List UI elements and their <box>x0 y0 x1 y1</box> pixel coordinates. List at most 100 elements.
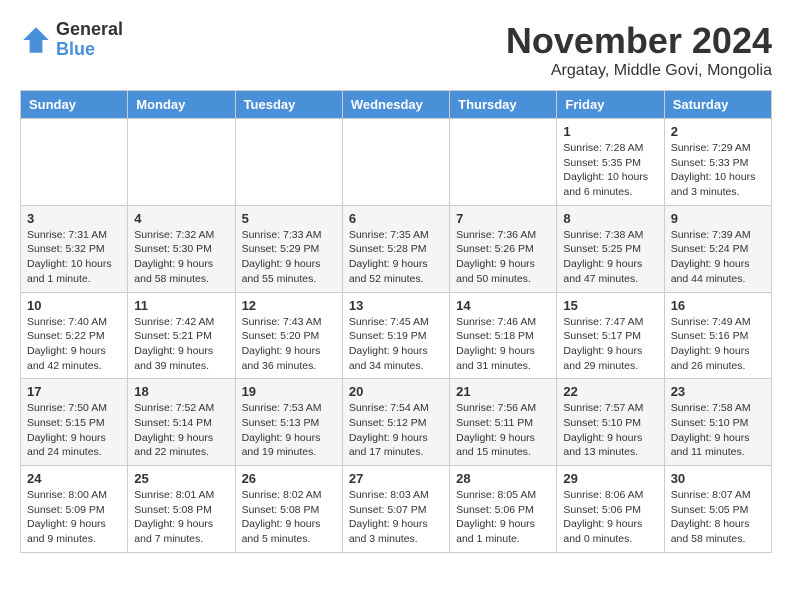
location-subtitle: Argatay, Middle Govi, Mongolia <box>506 62 772 80</box>
day-number: 15 <box>563 298 657 313</box>
calendar-cell: 18 Sunrise: 7:52 AM Sunset: 5:14 PM Dayli… <box>128 379 235 466</box>
day-info: Sunrise: 7:54 AM Sunset: 5:12 PM Dayligh… <box>349 401 443 460</box>
calendar-cell: 23Sunrise: 7:58 AM Sunset: 5:10 PM Dayli… <box>664 379 771 466</box>
day-number: 12 <box>242 298 336 313</box>
day-info: Sunrise: 7:35 AM Sunset: 5:28 PM Dayligh… <box>349 228 443 287</box>
calendar-cell: 12 Sunrise: 7:43 AM Sunset: 5:20 PM Dayli… <box>235 292 342 379</box>
calendar-cell: 27 Sunrise: 8:03 AM Sunset: 5:07 PM Dayli… <box>342 466 449 553</box>
day-number: 11 <box>134 298 228 313</box>
day-number: 24 <box>27 471 121 486</box>
day-number: 29 <box>563 471 657 486</box>
logo-text: General Blue <box>56 20 123 60</box>
day-number: 30 <box>671 471 765 486</box>
column-header-wednesday: Wednesday <box>342 91 449 119</box>
calendar-cell: 28Sunrise: 8:05 AM Sunset: 5:06 PM Dayli… <box>450 466 557 553</box>
calendar-week-2: 3 Sunrise: 7:31 AM Sunset: 5:32 PM Daylig… <box>21 205 772 292</box>
column-header-tuesday: Tuesday <box>235 91 342 119</box>
day-info: Sunrise: 8:02 AM Sunset: 5:08 PM Dayligh… <box>242 488 336 547</box>
day-info: Sunrise: 7:31 AM Sunset: 5:32 PM Dayligh… <box>27 228 121 287</box>
logo-general: General <box>56 20 123 40</box>
day-info: Sunrise: 8:01 AM Sunset: 5:08 PM Dayligh… <box>134 488 228 547</box>
calendar-cell <box>342 119 449 206</box>
day-info: Sunrise: 7:53 AM Sunset: 5:13 PM Dayligh… <box>242 401 336 460</box>
logo-blue: Blue <box>56 40 123 60</box>
day-info: Sunrise: 7:52 AM Sunset: 5:14 PM Dayligh… <box>134 401 228 460</box>
calendar-cell: 6Sunrise: 7:35 AM Sunset: 5:28 PM Daylig… <box>342 205 449 292</box>
calendar-cell: 25 Sunrise: 8:01 AM Sunset: 5:08 PM Dayli… <box>128 466 235 553</box>
calendar-cell: 10Sunrise: 7:40 AM Sunset: 5:22 PM Dayli… <box>21 292 128 379</box>
day-number: 18 <box>134 384 228 399</box>
logo-icon <box>20 24 52 56</box>
calendar-week-3: 10Sunrise: 7:40 AM Sunset: 5:22 PM Dayli… <box>21 292 772 379</box>
day-number: 19 <box>242 384 336 399</box>
calendar-cell: 19 Sunrise: 7:53 AM Sunset: 5:13 PM Dayli… <box>235 379 342 466</box>
calendar-week-5: 24 Sunrise: 8:00 AM Sunset: 5:09 PM Dayli… <box>21 466 772 553</box>
day-info: Sunrise: 7:33 AM Sunset: 5:29 PM Dayligh… <box>242 228 336 287</box>
column-header-friday: Friday <box>557 91 664 119</box>
day-info: Sunrise: 7:43 AM Sunset: 5:20 PM Dayligh… <box>242 315 336 374</box>
calendar-cell <box>21 119 128 206</box>
column-header-thursday: Thursday <box>450 91 557 119</box>
day-number: 23 <box>671 384 765 399</box>
day-number: 17 <box>27 384 121 399</box>
calendar-cell: 5 Sunrise: 7:33 AM Sunset: 5:29 PM Daylig… <box>235 205 342 292</box>
day-number: 2 <box>671 124 765 139</box>
day-info: Sunrise: 8:05 AM Sunset: 5:06 PM Dayligh… <box>456 488 550 547</box>
calendar-cell <box>235 119 342 206</box>
day-info: Sunrise: 8:06 AM Sunset: 5:06 PM Dayligh… <box>563 488 657 547</box>
calendar-cell <box>450 119 557 206</box>
calendar-cell: 11Sunrise: 7:42 AM Sunset: 5:21 PM Dayli… <box>128 292 235 379</box>
title-block: November 2024 Argatay, Middle Govi, Mong… <box>506 20 772 80</box>
day-info: Sunrise: 7:47 AM Sunset: 5:17 PM Dayligh… <box>563 315 657 374</box>
day-info: Sunrise: 7:56 AM Sunset: 5:11 PM Dayligh… <box>456 401 550 460</box>
calendar-cell: 15 Sunrise: 7:47 AM Sunset: 5:17 PM Dayli… <box>557 292 664 379</box>
day-info: Sunrise: 7:29 AM Sunset: 5:33 PM Dayligh… <box>671 141 765 200</box>
calendar-cell: 2 Sunrise: 7:29 AM Sunset: 5:33 PM Daylig… <box>664 119 771 206</box>
calendar-cell: 7 Sunrise: 7:36 AM Sunset: 5:26 PM Daylig… <box>450 205 557 292</box>
day-number: 16 <box>671 298 765 313</box>
day-number: 14 <box>456 298 550 313</box>
column-header-saturday: Saturday <box>664 91 771 119</box>
calendar-cell: 1Sunrise: 7:28 AM Sunset: 5:35 PM Daylig… <box>557 119 664 206</box>
day-info: Sunrise: 7:57 AM Sunset: 5:10 PM Dayligh… <box>563 401 657 460</box>
day-number: 25 <box>134 471 228 486</box>
calendar-cell: 29 Sunrise: 8:06 AM Sunset: 5:06 PM Dayli… <box>557 466 664 553</box>
month-title: November 2024 <box>506 20 772 62</box>
day-info: Sunrise: 7:39 AM Sunset: 5:24 PM Dayligh… <box>671 228 765 287</box>
column-header-sunday: Sunday <box>21 91 128 119</box>
day-number: 4 <box>134 211 228 226</box>
calendar-cell: 16Sunrise: 7:49 AM Sunset: 5:16 PM Dayli… <box>664 292 771 379</box>
page-header: General Blue November 2024 Argatay, Midd… <box>20 20 772 80</box>
day-info: Sunrise: 7:32 AM Sunset: 5:30 PM Dayligh… <box>134 228 228 287</box>
calendar-cell: 26 Sunrise: 8:02 AM Sunset: 5:08 PM Dayli… <box>235 466 342 553</box>
day-number: 20 <box>349 384 443 399</box>
day-number: 10 <box>27 298 121 313</box>
day-number: 26 <box>242 471 336 486</box>
day-info: Sunrise: 7:36 AM Sunset: 5:26 PM Dayligh… <box>456 228 550 287</box>
calendar-week-1: 1Sunrise: 7:28 AM Sunset: 5:35 PM Daylig… <box>21 119 772 206</box>
calendar-cell: 24 Sunrise: 8:00 AM Sunset: 5:09 PM Dayli… <box>21 466 128 553</box>
calendar-cell <box>128 119 235 206</box>
calendar-cell: 9Sunrise: 7:39 AM Sunset: 5:24 PM Daylig… <box>664 205 771 292</box>
day-info: Sunrise: 7:46 AM Sunset: 5:18 PM Dayligh… <box>456 315 550 374</box>
calendar-cell: 21 Sunrise: 7:56 AM Sunset: 5:11 PM Dayli… <box>450 379 557 466</box>
calendar-week-4: 17 Sunrise: 7:50 AM Sunset: 5:15 PM Dayli… <box>21 379 772 466</box>
day-number: 13 <box>349 298 443 313</box>
day-number: 7 <box>456 211 550 226</box>
calendar-cell: 20 Sunrise: 7:54 AM Sunset: 5:12 PM Dayli… <box>342 379 449 466</box>
day-number: 3 <box>27 211 121 226</box>
day-info: Sunrise: 8:07 AM Sunset: 5:05 PM Dayligh… <box>671 488 765 547</box>
logo: General Blue <box>20 20 123 60</box>
day-info: Sunrise: 7:45 AM Sunset: 5:19 PM Dayligh… <box>349 315 443 374</box>
day-info: Sunrise: 7:50 AM Sunset: 5:15 PM Dayligh… <box>27 401 121 460</box>
calendar-cell: 30 Sunrise: 8:07 AM Sunset: 5:05 PM Dayli… <box>664 466 771 553</box>
day-info: Sunrise: 8:03 AM Sunset: 5:07 PM Dayligh… <box>349 488 443 547</box>
day-number: 21 <box>456 384 550 399</box>
day-info: Sunrise: 8:00 AM Sunset: 5:09 PM Dayligh… <box>27 488 121 547</box>
day-info: Sunrise: 7:28 AM Sunset: 5:35 PM Dayligh… <box>563 141 657 200</box>
calendar-cell: 4 Sunrise: 7:32 AM Sunset: 5:30 PM Daylig… <box>128 205 235 292</box>
day-number: 5 <box>242 211 336 226</box>
calendar-table: SundayMondayTuesdayWednesdayThursdayFrid… <box>20 90 772 553</box>
calendar-header-row: SundayMondayTuesdayWednesdayThursdayFrid… <box>21 91 772 119</box>
day-number: 27 <box>349 471 443 486</box>
